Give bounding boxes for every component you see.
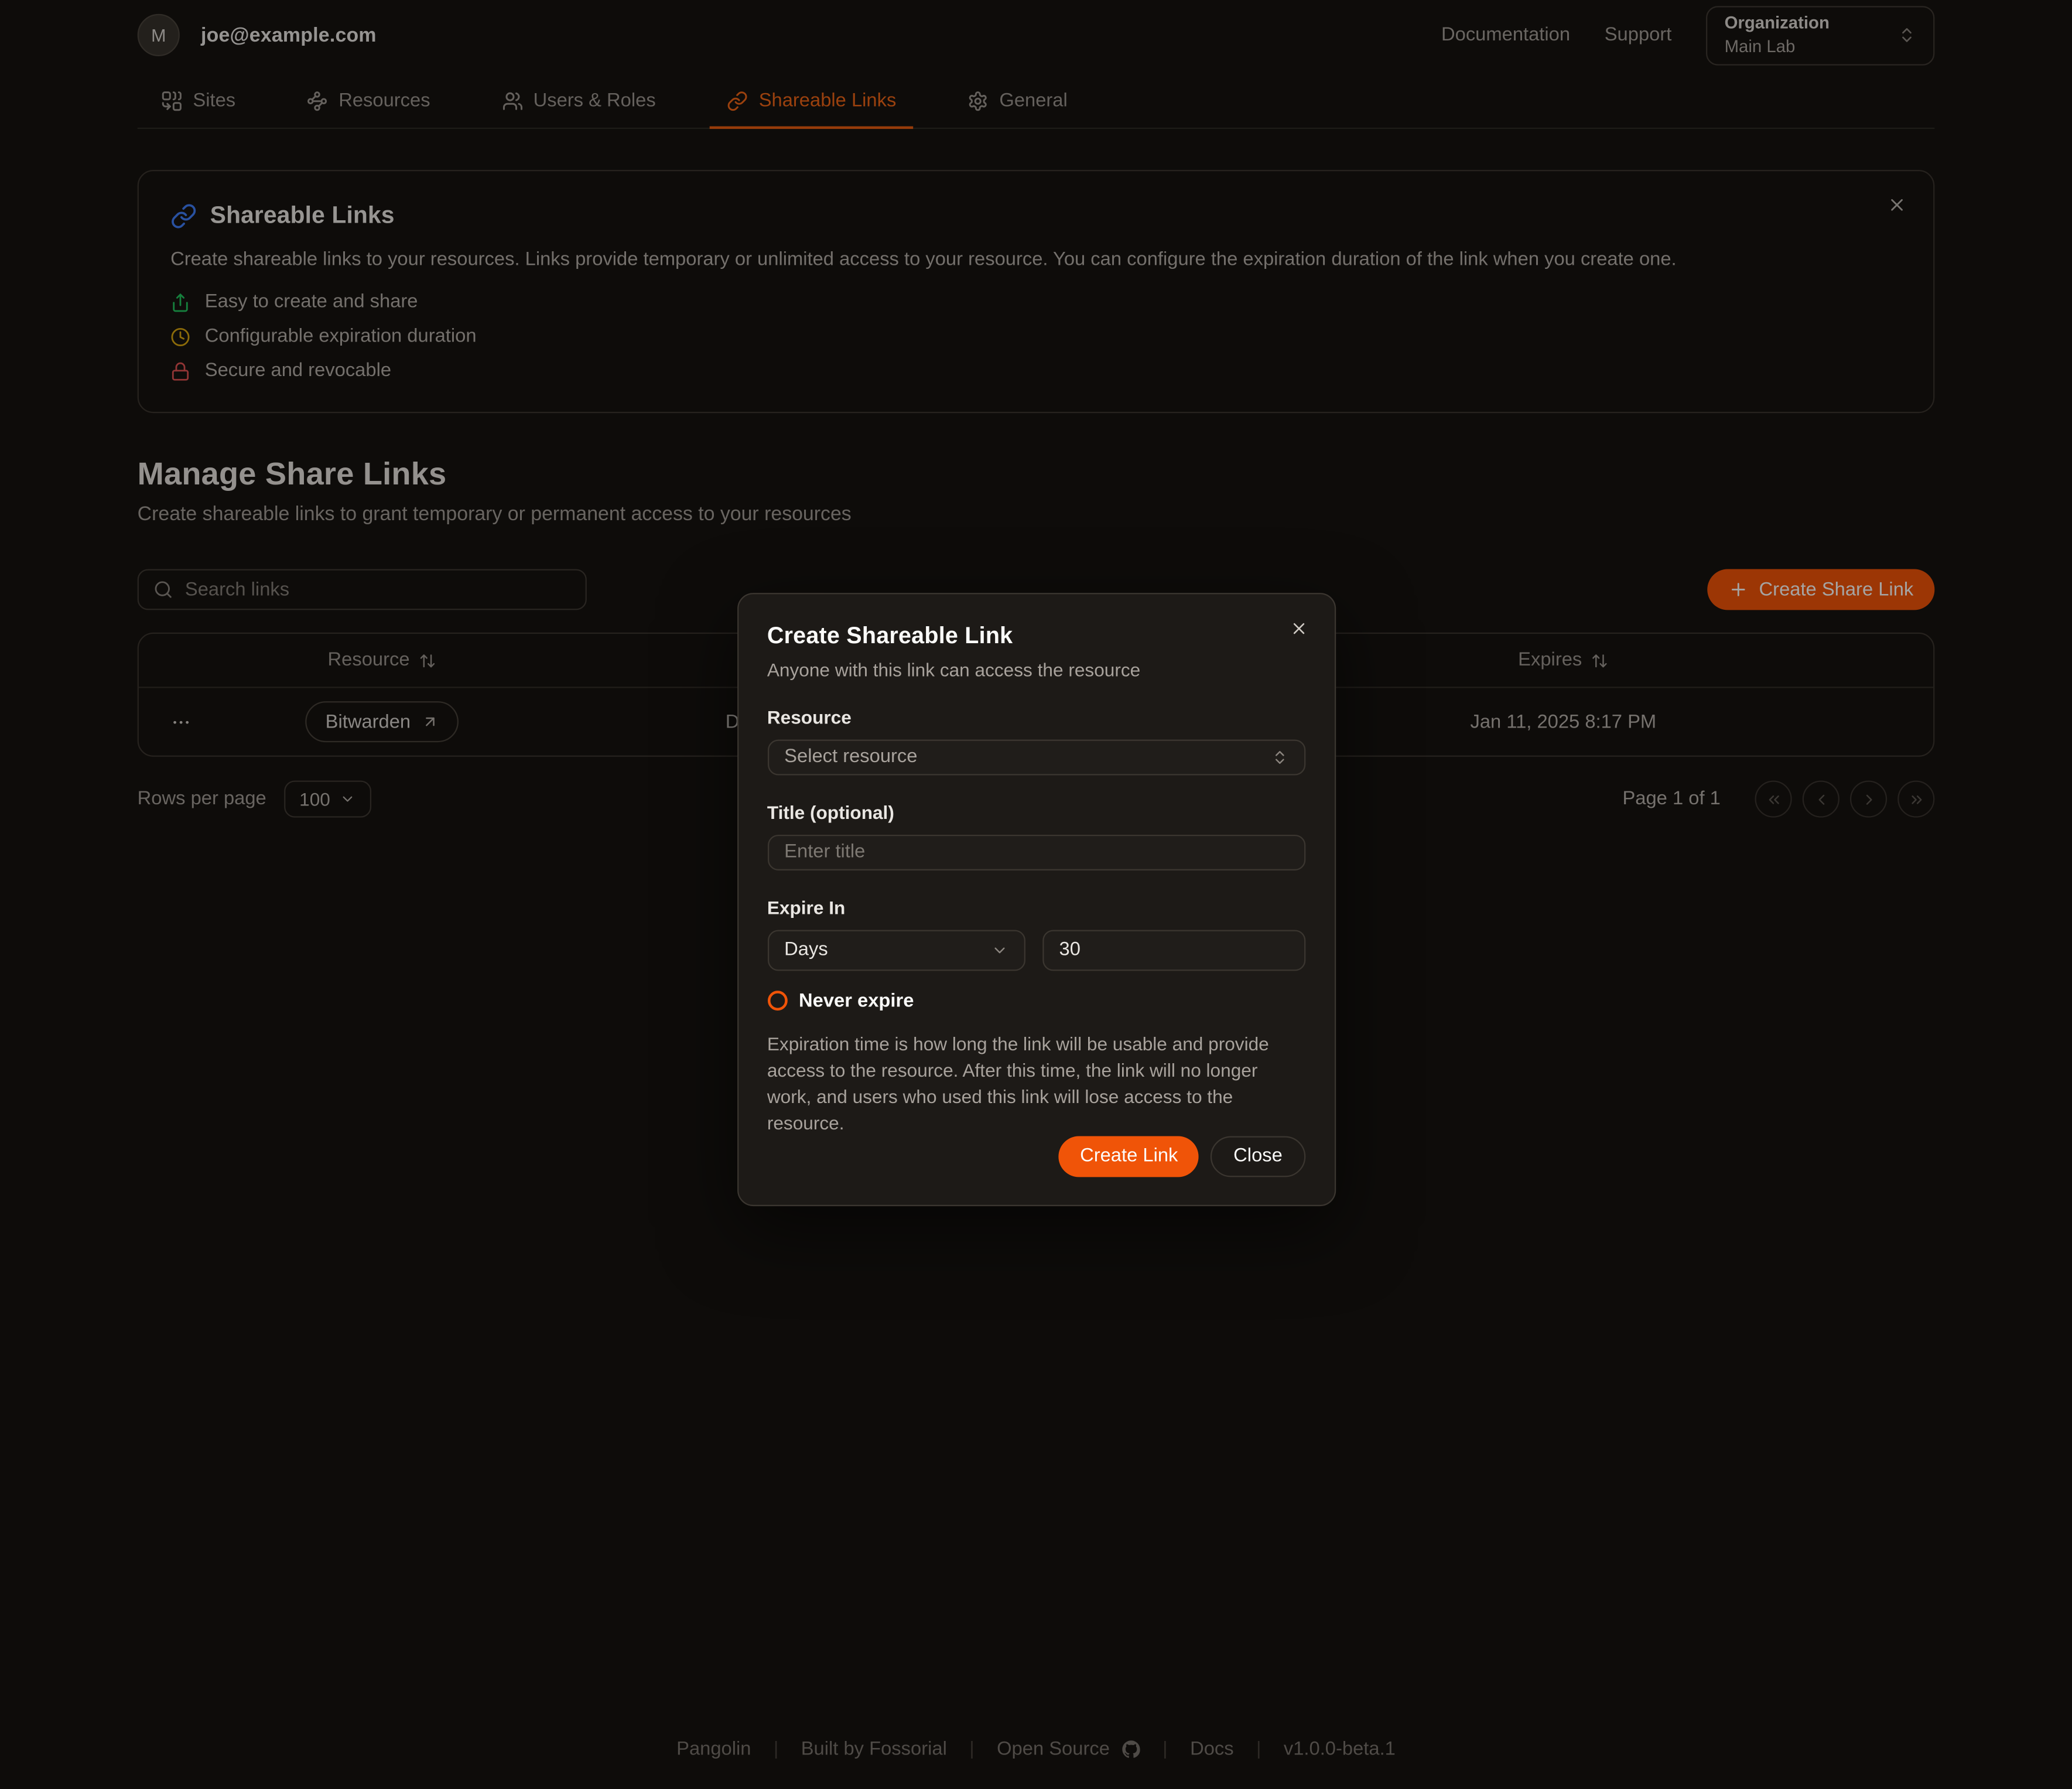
chevron-down-icon	[990, 941, 1007, 958]
close-button[interactable]: Close	[1211, 1136, 1305, 1177]
never-expire-label: Never expire	[799, 991, 914, 1012]
modal-title: Create Shareable Link	[767, 622, 1305, 649]
expire-unit-select[interactable]: Days	[767, 930, 1025, 971]
expiration-description: Expiration time is how long the link wil…	[767, 1030, 1305, 1136]
resource-select-value: Select resource	[784, 746, 917, 767]
create-link-button[interactable]: Create Link	[1059, 1136, 1199, 1177]
expire-unit-value: Days	[784, 940, 828, 961]
resource-select[interactable]: Select resource	[767, 739, 1305, 775]
modal-close-icon[interactable]	[1284, 614, 1313, 643]
create-link-modal: Create Shareable Link Anyone with this l…	[737, 593, 1335, 1206]
never-expire-option[interactable]: Never expire	[767, 991, 1305, 1012]
chevrons-up-down-icon	[1271, 749, 1288, 766]
expire-field-label: Expire In	[767, 896, 1305, 917]
modal-subtitle: Anyone with this link can access the res…	[767, 658, 1305, 680]
title-field-label: Title (optional)	[767, 801, 1305, 822]
resource-field-label: Resource	[767, 706, 1305, 728]
app-root: M joe@example.com Documentation Support …	[0, 5, 2072, 1789]
expire-value-input[interactable]	[1042, 930, 1305, 971]
title-input[interactable]	[767, 834, 1305, 870]
radio-icon	[767, 991, 787, 1011]
